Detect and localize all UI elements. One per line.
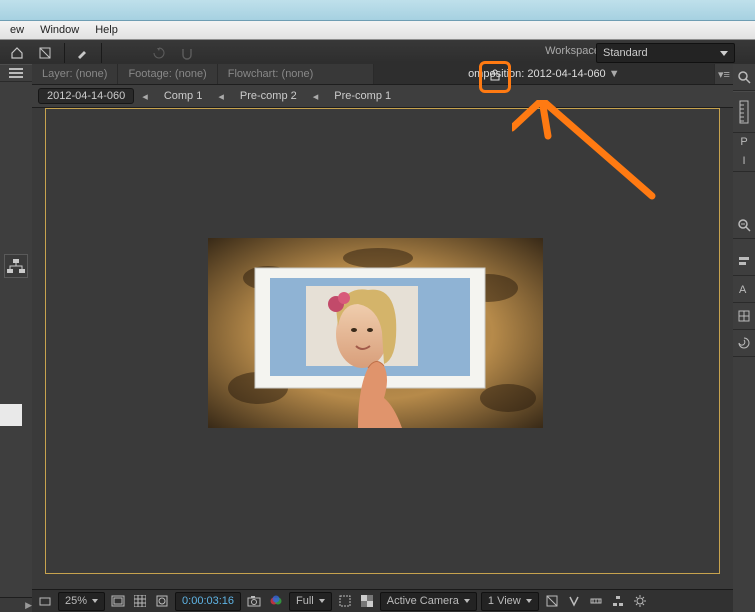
tab-composition[interactable]: omposition: 2012-04-14-060 ▼ xyxy=(374,64,715,84)
brush-tool-icon[interactable] xyxy=(69,42,95,64)
flowchart-icon[interactable] xyxy=(609,593,627,610)
tab-label: Flowchart: xyxy=(228,68,279,80)
panel-menu-icon[interactable] xyxy=(0,64,32,82)
main-panel: Layer: (none) Footage: (none) Flowchart:… xyxy=(32,64,733,612)
rotate-tool-icon[interactable] xyxy=(146,42,172,64)
zoom-dropdown[interactable]: 25% xyxy=(58,592,105,611)
zoom-icon[interactable] xyxy=(733,212,755,239)
menu-window[interactable]: Window xyxy=(32,23,87,37)
workspace-dropdown[interactable]: Standard xyxy=(596,43,735,63)
tool-bar: Workspace: Standard xyxy=(0,40,755,66)
snap-tool-icon[interactable] xyxy=(174,42,200,64)
resolution-value: Full xyxy=(296,595,314,607)
view-value: 1 View xyxy=(488,595,521,607)
timeline-icon[interactable] xyxy=(587,593,605,610)
camera-value: Active Camera xyxy=(387,595,459,607)
timecode-field[interactable]: 0:00:03:16 xyxy=(175,592,241,611)
left-column xyxy=(0,64,33,598)
workspace-label: Workspace: xyxy=(545,45,603,57)
svg-text:A: A xyxy=(739,284,747,296)
exposure-icon[interactable] xyxy=(631,593,649,610)
app-root: ew Window Help Workspace: Standard xyxy=(0,0,755,612)
panel-menu-icon[interactable]: ▾≡ xyxy=(715,64,733,84)
chevron-left-icon: ◂ xyxy=(140,90,150,103)
tab-footage[interactable]: Footage: (none) xyxy=(118,64,217,84)
mini-flowchart-icon[interactable] xyxy=(4,254,28,278)
mask-toggle-icon[interactable] xyxy=(153,593,171,610)
resolution-dropdown[interactable]: Full xyxy=(289,592,332,611)
menu-view[interactable]: ew xyxy=(2,23,32,37)
toolbar-divider xyxy=(101,43,102,63)
grid-toggle-icon[interactable] xyxy=(131,593,149,610)
ruler-icon[interactable] xyxy=(733,91,755,133)
timecode-value: 0:00:03:16 xyxy=(182,595,234,607)
chevron-left-icon: ◂ xyxy=(216,90,226,103)
composition-viewer[interactable] xyxy=(32,108,733,589)
crumb-current[interactable]: 2012-04-14-060 xyxy=(38,88,134,104)
tab-value: 2012-04-14-060 xyxy=(527,68,605,80)
menu-help[interactable]: Help xyxy=(87,23,126,37)
channel-icon[interactable] xyxy=(267,593,285,610)
tab-value: (none) xyxy=(282,68,314,80)
camera-dropdown[interactable]: Active Camera xyxy=(380,592,477,611)
crumb-item[interactable]: Comp 1 xyxy=(156,89,211,103)
char-icon[interactable]: A xyxy=(733,276,755,303)
body: ▶ P I A xyxy=(0,64,755,612)
swirl-icon[interactable] xyxy=(733,330,755,357)
always-preview-icon[interactable] xyxy=(36,593,54,610)
toolbar-divider xyxy=(64,43,65,63)
transparency-grid-icon[interactable] xyxy=(358,593,376,610)
tab-flowchart[interactable]: Flowchart: (none) xyxy=(218,64,374,84)
tool-unknown-icon[interactable] xyxy=(32,42,58,64)
tab-label: Footage: xyxy=(128,68,171,80)
play-icon[interactable]: ▶ xyxy=(25,600,32,611)
comp-breadcrumbs: 2012-04-14-060 ◂ Comp 1 ◂ Pre-comp 2 ◂ P… xyxy=(32,85,733,108)
region-icon[interactable] xyxy=(336,593,354,610)
safe-zones-icon[interactable] xyxy=(109,593,127,610)
zoom-value: 25% xyxy=(65,595,87,607)
workspace-value: Standard xyxy=(603,47,648,59)
search-icon[interactable] xyxy=(733,64,755,91)
crumb-item[interactable]: Pre-comp 2 xyxy=(232,89,305,103)
left-selection-indicator xyxy=(0,404,22,426)
annotation-highlight-box xyxy=(479,61,511,93)
tab-label: Layer: xyxy=(42,68,73,80)
right-column: P I A xyxy=(732,64,755,612)
right-panel-p[interactable]: P xyxy=(733,133,755,151)
chevron-left-icon: ◂ xyxy=(311,90,321,103)
viewer-tabs: Layer: (none) Footage: (none) Flowchart:… xyxy=(32,64,733,85)
menu-bar: ew Window Help xyxy=(0,21,755,40)
left-column-footer: ▶ xyxy=(0,597,34,612)
home-tool-icon[interactable] xyxy=(4,42,30,64)
window-titlebar[interactable] xyxy=(0,0,755,21)
grid-icon[interactable] xyxy=(733,303,755,330)
align-icon[interactable] xyxy=(733,249,755,276)
composition-preview-image xyxy=(208,238,543,428)
tab-value: (none) xyxy=(175,68,207,80)
tab-value: (none) xyxy=(76,68,108,80)
tab-layer[interactable]: Layer: (none) xyxy=(32,64,118,84)
view-layout-dropdown[interactable]: 1 View xyxy=(481,592,539,611)
snapshot-icon[interactable] xyxy=(245,593,263,610)
viewer-footer: 25% 0:00:03:16 xyxy=(32,589,733,612)
fast-preview-icon[interactable] xyxy=(565,593,583,610)
crumb-item[interactable]: Pre-comp 1 xyxy=(326,89,399,103)
right-panel-i[interactable]: I xyxy=(733,151,755,172)
pixel-aspect-icon[interactable] xyxy=(543,593,561,610)
